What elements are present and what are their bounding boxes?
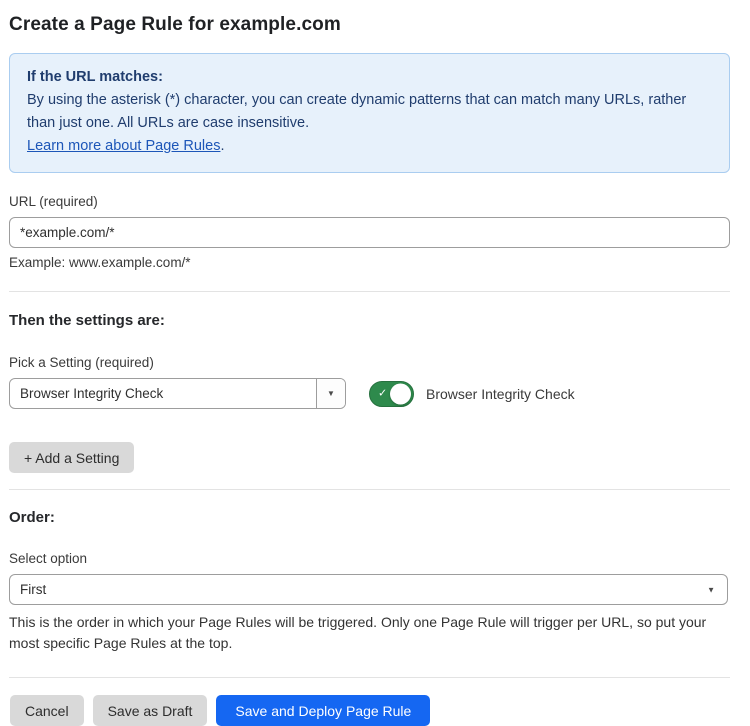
save-deploy-button[interactable]: Save and Deploy Page Rule [216,695,430,726]
order-helper-text: This is the order in which your Page Rul… [9,612,730,654]
pick-setting-label: Pick a Setting (required) [9,355,730,370]
check-icon: ✓ [378,388,387,399]
browser-integrity-toggle[interactable]: ✓ [369,381,414,407]
order-select-label: Select option [9,551,730,566]
page-title: Create a Page Rule for example.com [9,14,730,36]
learn-more-link[interactable]: Learn more about Page Rules [27,138,220,154]
settings-section-heading: Then the settings are: [9,312,730,329]
url-example-text: Example: www.example.com/* [9,255,730,270]
toggle-knob [390,383,411,404]
toggle-group: ✓ Browser Integrity Check [369,381,575,407]
info-box-body: By using the asterisk (*) character, you… [27,89,712,135]
info-box-heading: If the URL matches: [27,66,712,89]
divider [9,489,730,490]
chevron-down-icon[interactable]: ▼ [316,379,345,408]
toggle-label: Browser Integrity Check [426,386,575,402]
divider [9,291,730,292]
info-box-link-line: Learn more about Page Rules. [27,135,712,158]
url-input[interactable] [9,217,730,248]
save-draft-button[interactable]: Save as Draft [93,695,208,726]
chevron-down-icon: ▼ [707,585,715,594]
divider [9,677,730,678]
form-actions: Cancel Save as Draft Save and Deploy Pag… [9,695,730,726]
url-field-label: URL (required) [9,194,730,209]
link-suffix: . [220,138,224,154]
setting-dropdown[interactable]: Browser Integrity Check ▼ [9,378,346,409]
order-select-value: First [20,582,46,597]
url-match-info-box: If the URL matches: By using the asteris… [9,53,730,173]
setting-dropdown-value: Browser Integrity Check [10,379,316,408]
cancel-button[interactable]: Cancel [10,695,84,726]
order-section-heading: Order: [9,509,730,526]
setting-row: Browser Integrity Check ▼ ✓ Browser Inte… [9,378,730,409]
page-rule-form: Create a Page Rule for example.com If th… [0,0,750,726]
add-setting-button[interactable]: + Add a Setting [9,442,134,473]
order-select[interactable]: First ▼ [9,574,728,605]
